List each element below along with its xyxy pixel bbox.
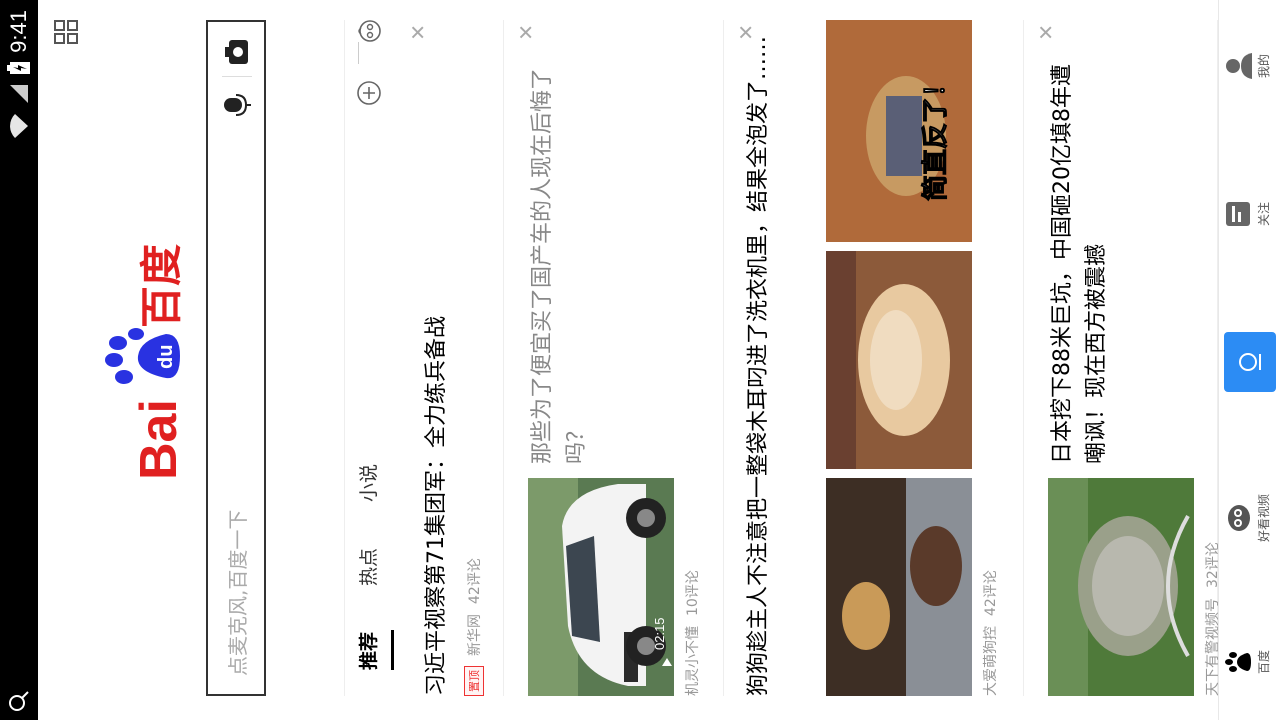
baidu-logo: Bai du 百度 bbox=[105, 244, 186, 480]
voice-search-icon bbox=[1239, 353, 1261, 371]
pinned-badge: 置顶 bbox=[464, 666, 484, 696]
video-duration: 02:15 bbox=[652, 617, 667, 650]
close-icon[interactable]: ✕ bbox=[514, 24, 538, 41]
svg-text:Bai: Bai bbox=[130, 399, 186, 480]
news-card[interactable]: ✕ 狗狗趁主人不注意把一整袋木耳叼进了洗衣机里，结果全泡发了…… 简直反了！ 大… bbox=[724, 20, 1024, 696]
nav-me[interactable]: 我的 bbox=[1223, 16, 1279, 116]
news-meta: 大爱萌狗控 42评论 bbox=[980, 570, 1000, 696]
search-input[interactable]: 点麦克风,百度一下 bbox=[222, 510, 251, 676]
status-bar: 9:41 bbox=[0, 0, 38, 720]
svg-text:du: du bbox=[155, 345, 177, 369]
news-card[interactable]: ✕ 习近平视察第71集团军：全力练兵备战 置顶 新华网 42评论 bbox=[396, 20, 504, 696]
news-title[interactable]: 日本挖下88米巨坑，中国砸20亿填8年遭嘲讽！现在西方被震撼 bbox=[1046, 44, 1114, 464]
news-comments: 10评论 bbox=[685, 570, 701, 616]
news-meta: 置顶 新华网 42评论 bbox=[464, 558, 484, 696]
news-comments: 42评论 bbox=[467, 558, 483, 604]
nav-haokan-video[interactable]: 好看视频 bbox=[1223, 468, 1279, 568]
svg-text:简直反了！: 简直反了！ bbox=[920, 71, 951, 201]
grid-apps-icon[interactable] bbox=[54, 20, 78, 44]
close-icon[interactable]: ✕ bbox=[406, 24, 430, 41]
user-icon bbox=[1226, 53, 1252, 79]
news-source: 机灵小不懂 bbox=[685, 626, 701, 696]
search-box[interactable]: 点麦克风,百度一下 bbox=[206, 20, 266, 696]
news-source: 新华网 bbox=[467, 614, 483, 656]
clock: 9:41 bbox=[6, 10, 31, 53]
sleeping-dog-image bbox=[826, 251, 972, 469]
svg-text:百度: 百度 bbox=[138, 244, 185, 328]
microphone-icon[interactable] bbox=[222, 92, 252, 118]
nav-label: 百度 bbox=[1257, 650, 1271, 675]
news-title[interactable]: 习近平视察第71集团军：全力练兵备战 bbox=[418, 316, 450, 696]
search-divider bbox=[222, 76, 252, 77]
nav-baidu[interactable]: 百度 bbox=[1223, 612, 1279, 712]
news-meta: 机灵小不懂 10评论 bbox=[682, 570, 702, 696]
video-thumbnail[interactable] bbox=[528, 478, 674, 696]
battery-charging-icon bbox=[7, 61, 30, 74]
phone-screen: 9:41 Bai du 百度 点麦克风,百度一下 推荐 热点 小说 ✕ 习近平视… bbox=[0, 0, 1280, 720]
news-card[interactable]: ✕ 日本挖下88米巨坑，中国砸20亿填8年遭嘲讽！现在西方被震撼 天下有警视频号… bbox=[1024, 20, 1221, 696]
nav-follow[interactable]: 关注 bbox=[1223, 164, 1279, 264]
close-icon[interactable]: ✕ bbox=[1034, 24, 1058, 41]
news-thumbnail[interactable] bbox=[1048, 478, 1194, 696]
news-feed: ✕ 习近平视察第71集团军：全力练兵备战 置顶 新华网 42评论 ✕ 02:15 bbox=[344, 20, 1221, 696]
news-comments: 42评论 bbox=[983, 570, 999, 616]
news-title[interactable]: 狗狗趁主人不注意把一整袋木耳叼进了洗衣机里，结果全泡发了…… bbox=[742, 36, 776, 696]
wifi-icon bbox=[10, 113, 28, 138]
follow-icon bbox=[1226, 202, 1250, 226]
news-card[interactable]: ✕ 02:15 那些为了便宜买了国产车的人现在后悔了吗？ 机灵小不懂 10评论 bbox=[504, 20, 724, 696]
news-image-strip[interactable]: 简直反了！ bbox=[826, 20, 972, 696]
dog-washer-image bbox=[826, 478, 972, 696]
camera-icon[interactable] bbox=[224, 38, 250, 66]
signal-icon bbox=[10, 84, 28, 103]
voice-search-button[interactable] bbox=[1224, 332, 1276, 392]
nav-label: 我的 bbox=[1257, 54, 1271, 79]
news-source: 大爱萌狗控 bbox=[983, 626, 999, 696]
paw-icon bbox=[1225, 652, 1251, 672]
nav-label: 关注 bbox=[1257, 202, 1271, 227]
video-face-icon bbox=[1228, 505, 1250, 531]
nav-label: 好看视频 bbox=[1257, 494, 1271, 543]
news-title[interactable]: 那些为了便宜买了国产车的人现在后悔了吗？ bbox=[526, 44, 594, 464]
bottom-nav: 百度 好看视频 关注 我的 bbox=[1218, 0, 1280, 720]
search-icon[interactable] bbox=[8, 690, 30, 712]
